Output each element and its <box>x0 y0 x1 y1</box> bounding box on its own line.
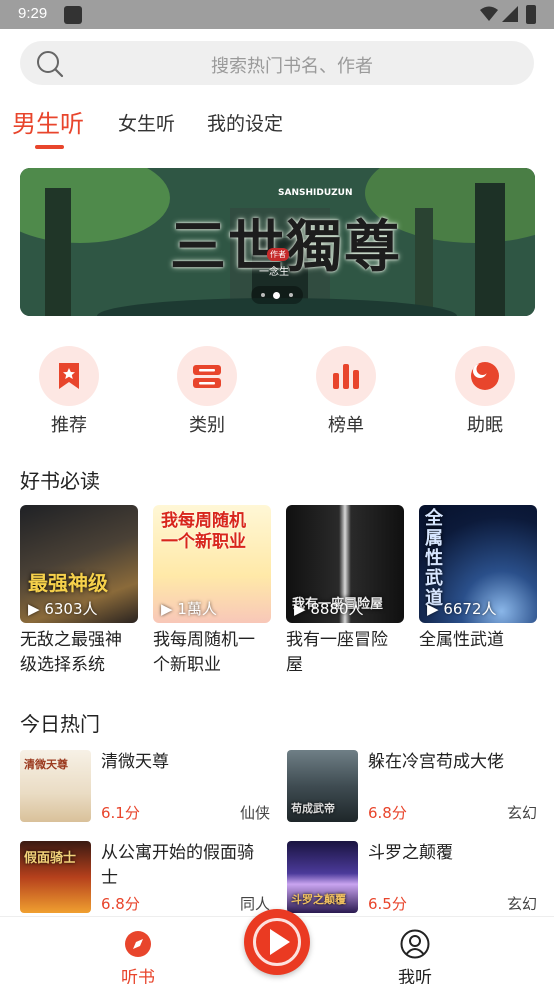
banner-author: 一念生 <box>259 267 289 278</box>
book-title: 从公寓开始的假面骑士 <box>101 843 254 888</box>
cover-title: 全属性武道 <box>425 508 443 609</box>
book-cover: 最强神级 ▶ 6303人 <box>20 505 138 623</box>
book-genre: 仙侠 <box>239 804 270 822</box>
cover-title: 苟成武帝 <box>291 802 335 815</box>
book-title: 躲在冷宫苟成大佬 <box>368 752 504 772</box>
play-button[interactable] <box>244 909 310 975</box>
book-score: 6.8分 <box>101 895 140 913</box>
listener-count: ▶ 6303人 <box>28 600 98 618</box>
banner-dot-active[interactable] <box>273 292 280 299</box>
book-card[interactable]: 我有一座冒险屋 ▶ 8880人 我有一座冒险屋 <box>286 505 404 678</box>
category-label: 推荐 <box>51 415 87 436</box>
user-icon <box>400 929 430 959</box>
book-cover: 清微天尊 <box>20 750 91 822</box>
book-score: 6.5分 <box>368 895 407 913</box>
banner-pagination <box>251 286 303 304</box>
gender-tabs: 男生听 女生听 我的设定 <box>0 104 554 154</box>
category-recommend[interactable]: 推荐 <box>39 346 99 437</box>
search-bar[interactable]: 搜索热门书名、作者 <box>20 41 534 85</box>
tab-male[interactable]: 男生听 <box>12 104 84 139</box>
section-title-hot-today: 今日热门 <box>20 712 100 736</box>
book-card[interactable]: 我每周随机一个新职业 ▶ 1萬人 我每周随机一个新职业 <box>153 505 271 678</box>
tab-my-settings[interactable]: 我的设定 <box>207 109 283 136</box>
category-label: 助眠 <box>467 415 503 436</box>
book-title: 无敌之最强神级选择系统 <box>20 630 122 675</box>
status-bar: 9:29 <box>0 0 554 29</box>
banner-dot[interactable] <box>289 293 293 297</box>
book-title: 我每周随机一个新职业 <box>153 630 255 675</box>
book-card[interactable]: 最强神级 ▶ 6303人 无敌之最强神级选择系统 <box>20 505 138 678</box>
active-tab-indicator <box>35 145 64 149</box>
search-placeholder: 搜索热门书名、作者 <box>211 56 373 77</box>
cover-title: 我每周随机一个新职业 <box>161 511 246 552</box>
compass-icon <box>125 931 151 957</box>
nav-label: 听书 <box>121 968 155 984</box>
book-title: 我有一座冒险屋 <box>286 630 388 675</box>
category-icon <box>193 365 221 388</box>
notification-icon <box>64 6 82 24</box>
book-cover: 我每周随机一个新职业 ▶ 1萬人 <box>153 505 271 623</box>
sleep-moon-icon <box>471 362 499 390</box>
category-label: 类别 <box>189 415 225 436</box>
category-label: 榜单 <box>328 415 364 436</box>
category-rankings[interactable]: 榜单 <box>316 346 376 437</box>
cover-title: 斗罗之颠覆 <box>291 893 346 906</box>
banner-author-tag: 作者 <box>267 248 289 261</box>
battery-icon <box>526 5 536 24</box>
banner-dot[interactable] <box>261 293 265 297</box>
banner-pinyin: SANSHIDUZUN <box>278 188 353 198</box>
category-sleep[interactable]: 助眠 <box>455 346 515 437</box>
nav-my-listening[interactable]: 我听 <box>385 929 445 984</box>
promo-banner[interactable]: SANSHIDUZUN 三世獨尊 作者 一念生 <box>20 168 535 316</box>
hot-list-item[interactable]: 苟成武帝 躲在冷宫苟成大佬 6.8分 玄幻 <box>287 750 537 822</box>
book-title: 全属性武道 <box>419 630 504 650</box>
listener-count: ▶ 1萬人 <box>161 600 217 618</box>
listener-count: ▶ 8880人 <box>294 600 364 618</box>
signal-icon <box>502 6 518 22</box>
book-cover: 苟成武帝 <box>287 750 358 822</box>
nav-label: 我听 <box>398 968 432 984</box>
book-card[interactable]: 全属性武道 ▶ 6672人 全属性武道 <box>419 505 537 653</box>
book-title: 斗罗之颠覆 <box>368 843 453 863</box>
status-time: 9:29 <box>18 5 48 22</box>
cover-title: 最强神级 <box>28 571 108 595</box>
nav-listen-books[interactable]: 听书 <box>108 929 168 984</box>
book-cover: 全属性武道 ▶ 6672人 <box>419 505 537 623</box>
section-title-must-read: 好书必读 <box>20 469 100 493</box>
book-cover: 我有一座冒险屋 ▶ 8880人 <box>286 505 404 623</box>
book-cover: 假面骑士 <box>20 841 91 913</box>
book-title: 清微天尊 <box>101 752 169 772</box>
book-score: 6.1分 <box>101 804 140 822</box>
book-score: 6.8分 <box>368 804 407 822</box>
hot-list-item[interactable]: 假面骑士 从公寓开始的假面骑士 6.8分 同人 <box>20 841 270 913</box>
cover-title: 假面骑士 <box>24 851 77 866</box>
book-genre: 玄幻 <box>506 895 537 913</box>
bookmark-star-icon <box>59 363 79 389</box>
hot-list-item[interactable]: 清微天尊 清微天尊 6.1分 仙侠 <box>20 750 270 822</box>
cover-title: 清微天尊 <box>24 758 68 771</box>
category-types[interactable]: 类别 <box>177 346 237 437</box>
book-genre: 玄幻 <box>506 804 537 822</box>
play-icon <box>270 929 290 955</box>
book-cover: 斗罗之颠覆 <box>287 841 358 913</box>
hot-list-item[interactable]: 斗罗之颠覆 斗罗之颠覆 6.5分 玄幻 <box>287 841 537 913</box>
tab-female[interactable]: 女生听 <box>118 109 175 136</box>
wifi-icon <box>480 6 498 21</box>
listener-count: ▶ 6672人 <box>427 600 497 618</box>
ranking-bars-icon <box>333 364 359 389</box>
